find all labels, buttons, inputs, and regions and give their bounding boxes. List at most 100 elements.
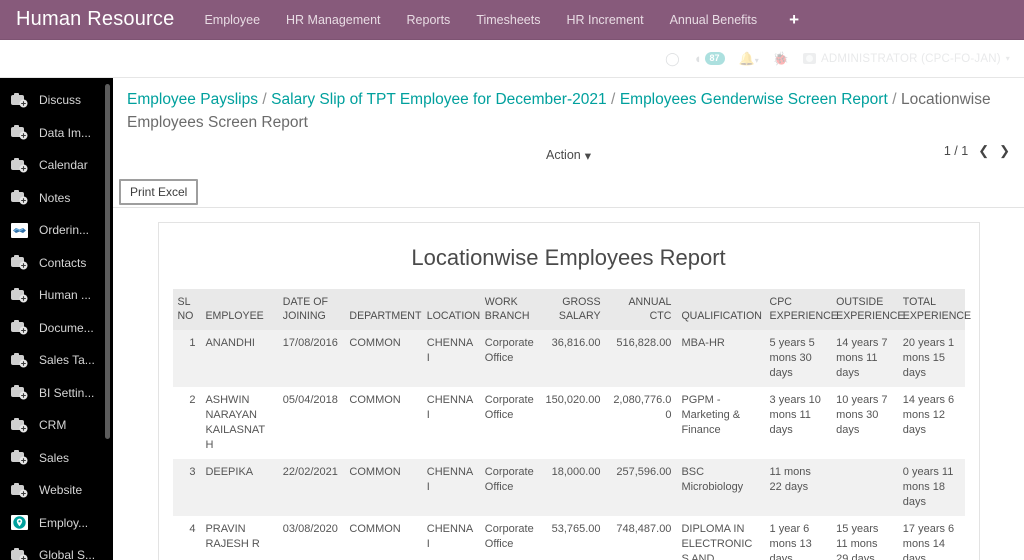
- cell-cpc-experience: 1 year 6 mons 13 days: [764, 516, 832, 560]
- app-generic-icon: [10, 254, 29, 271]
- sidebar-item-notes[interactable]: Notes: [0, 182, 113, 215]
- cell-location: CHENNAI: [421, 459, 480, 516]
- top-menu: Employee HR Management Reports Timesheet…: [202, 9, 799, 31]
- app-brand-title[interactable]: Human Resource: [0, 8, 202, 31]
- app-generic-icon: [10, 124, 29, 141]
- column-header-employee: EMPLOYEE: [200, 289, 278, 330]
- cell-date-of-joining: 22/02/2021: [277, 459, 345, 516]
- column-header-bottom: CTC: [649, 310, 672, 322]
- app-generic-icon: [10, 352, 29, 369]
- sidebar-item-label: Sales: [39, 450, 70, 465]
- top-navigation-bar: Human Resource Employee HR Management Re…: [0, 0, 1024, 40]
- column-header-top: Sl: [177, 296, 191, 308]
- column-header-work-branch: WORK BRANCH: [479, 289, 539, 330]
- cell-department: COMMON: [344, 330, 422, 387]
- column-header-top: CPC: [769, 296, 792, 308]
- column-header-cpc-experience: CPC EXPERIENCE: [764, 289, 838, 330]
- app-generic-icon: [10, 547, 29, 560]
- cell-work-branch: Corporate Office: [479, 330, 539, 387]
- sidebar-item-label: Calendar: [39, 158, 88, 173]
- sidebar-item-bi-settings[interactable]: BI Settin...: [0, 377, 113, 410]
- menu-item-reports[interactable]: Reports: [405, 9, 453, 31]
- menu-item-annual-benefits[interactable]: Annual Benefits: [668, 9, 760, 31]
- cell-sl-no: 3: [172, 459, 201, 516]
- column-header-bottom: EXPERIENCE: [836, 310, 905, 322]
- cell-department: COMMON: [344, 387, 422, 459]
- previous-record-icon[interactable]: ❮: [978, 143, 989, 159]
- column-header-bottom: EXPERIENCE: [769, 310, 838, 322]
- menu-item-timesheets[interactable]: Timesheets: [474, 9, 542, 31]
- sidebar-item-website[interactable]: Website: [0, 474, 113, 507]
- chevron-down-icon: ▾: [584, 148, 592, 163]
- sidebar-item-label: Notes: [39, 190, 71, 205]
- menu-item-hr-management[interactable]: HR Management: [284, 9, 383, 31]
- column-header-bottom: No: [177, 310, 194, 322]
- sidebar-item-documents[interactable]: Docume...: [0, 312, 113, 345]
- table-header-row: Sl No EMPLOYEE DATE OF JOINING: [172, 289, 971, 330]
- column-header-sl-no: Sl No: [172, 289, 201, 330]
- bug-debug-icon[interactable]: 🐞: [773, 52, 789, 65]
- user-name-label: ADMINISTRATOR (CPC-FO-JAN): [820, 52, 1001, 65]
- app-generic-icon: [10, 384, 29, 401]
- sidebar-item-label: BI Settin...: [39, 385, 95, 400]
- sidebar-item-label: Global S...: [39, 548, 96, 560]
- column-header-bottom: DEPARTMENT: [349, 310, 422, 322]
- breadcrumb-link-employee-payslips[interactable]: Employee Payslips: [127, 91, 258, 108]
- sidebar-item-global-settings[interactable]: Global S...: [0, 539, 113, 560]
- sidebar-item-label: Docume...: [39, 320, 94, 335]
- cell-total-experience: 17 years 6 mons 14 days: [897, 516, 965, 560]
- sidebar-item-discuss[interactable]: Discuss: [0, 84, 113, 117]
- table-row[interactable]: 1 ANANDHI 17/08/2016 COMMON CHENNAI Corp…: [172, 330, 965, 387]
- cell-outside-experience: 15 years 11 mons 29 days: [831, 516, 898, 560]
- menu-item-hr-increment[interactable]: HR Increment: [564, 9, 645, 31]
- table-row[interactable]: 2 ASHWIN NARAYAN KAILASNATH 05/04/2018 C…: [172, 387, 965, 459]
- sidebar-item-label: Contacts: [39, 255, 87, 270]
- report-title: Locationwise Employees Report: [411, 245, 726, 270]
- column-header-qualification: QUALIFICATION: [676, 289, 765, 330]
- system-status-bar: ◯ ◖ 87 🔔▾ 🐞 ADMINISTRATOR (CPC-FO-JAN) ▾: [0, 40, 1024, 78]
- bell-notification-icon[interactable]: 🔔▾: [739, 52, 759, 65]
- add-menu-plus-icon[interactable]: +: [789, 11, 799, 28]
- sidebar-item-label: Human ...: [39, 288, 92, 303]
- cell-location: CHENNAI: [421, 387, 480, 459]
- sidebar-item-ordering[interactable]: Orderin...: [0, 214, 113, 247]
- cell-total-experience: 0 years 11 mons 18 days: [897, 459, 965, 516]
- sidebar-item-crm[interactable]: CRM: [0, 409, 113, 442]
- breadcrumb-link-salary-slip[interactable]: Salary Slip of TPT Employee for December…: [271, 91, 606, 108]
- user-account-menu[interactable]: ADMINISTRATOR (CPC-FO-JAN) ▾: [802, 52, 1010, 65]
- column-header-top: DATE OF: [282, 296, 328, 308]
- column-header-date-of-joining: DATE OF JOINING: [277, 289, 345, 330]
- column-header-gross-salary: GROSS SALARY: [538, 289, 606, 330]
- table-row[interactable]: 3 DEEPIKA 22/02/2021 COMMON CHENNAI Corp…: [172, 459, 965, 516]
- sidebar-item-sales[interactable]: Sales: [0, 442, 113, 475]
- action-dropdown-button[interactable]: Action ▾: [546, 148, 591, 163]
- table-row[interactable]: 4 PRAVIN RAJESH R 03/08/2020 COMMON CHEN…: [172, 516, 965, 560]
- next-record-icon[interactable]: ❯: [999, 143, 1010, 159]
- system-icon-group: ◯ ◖ 87 🔔▾ 🐞 ADMINISTRATOR (CPC-FO-JAN) ▾: [665, 51, 1010, 66]
- column-header-top: OUTSIDE: [836, 296, 884, 308]
- sidebar-item-human-resources[interactable]: Human ...: [0, 279, 113, 312]
- cell-total-experience: 20 years 1 mons 15 days: [897, 330, 965, 387]
- breadcrumb-link-genderwise-report[interactable]: Employees Genderwise Screen Report: [620, 91, 888, 108]
- column-header-bottom: EXPERIENCE: [902, 310, 972, 322]
- activity-clock-icon[interactable]: ◯: [665, 52, 680, 65]
- menu-item-employee[interactable]: Employee: [202, 9, 262, 31]
- column-header-bottom: JOINING: [282, 310, 326, 322]
- cell-employee: PRAVIN RAJESH R: [200, 516, 278, 560]
- view-control-row: Action ▾ 1 / 1 ❮ ❯: [113, 140, 1024, 170]
- column-header-total-experience: TOTAL EXPERIENCE: [897, 289, 971, 330]
- sidebar-item-calendar[interactable]: Calendar: [0, 149, 113, 182]
- sidebar-item-sales-target[interactable]: Sales Ta...: [0, 344, 113, 377]
- cell-gross-salary: 150,020.00: [538, 387, 606, 459]
- sidebar-item-contacts[interactable]: Contacts: [0, 247, 113, 280]
- messages-counter[interactable]: ◖ 87: [694, 51, 725, 66]
- cell-gross-salary: 36,816.00: [538, 330, 606, 387]
- sidebar-item-employees[interactable]: Employ...: [0, 507, 113, 540]
- cell-qualification: BSC Microbiology: [676, 459, 765, 516]
- sidebar-item-data-import[interactable]: Data Im...: [0, 117, 113, 150]
- print-excel-button[interactable]: Print Excel: [119, 179, 199, 205]
- cell-annual-ctc: 748,487.00: [605, 516, 677, 560]
- sidebar-scrollbar[interactable]: [105, 84, 110, 439]
- cell-outside-experience: 14 years 7 mons 11 days: [831, 330, 898, 387]
- sidebar-item-label: CRM: [39, 418, 67, 433]
